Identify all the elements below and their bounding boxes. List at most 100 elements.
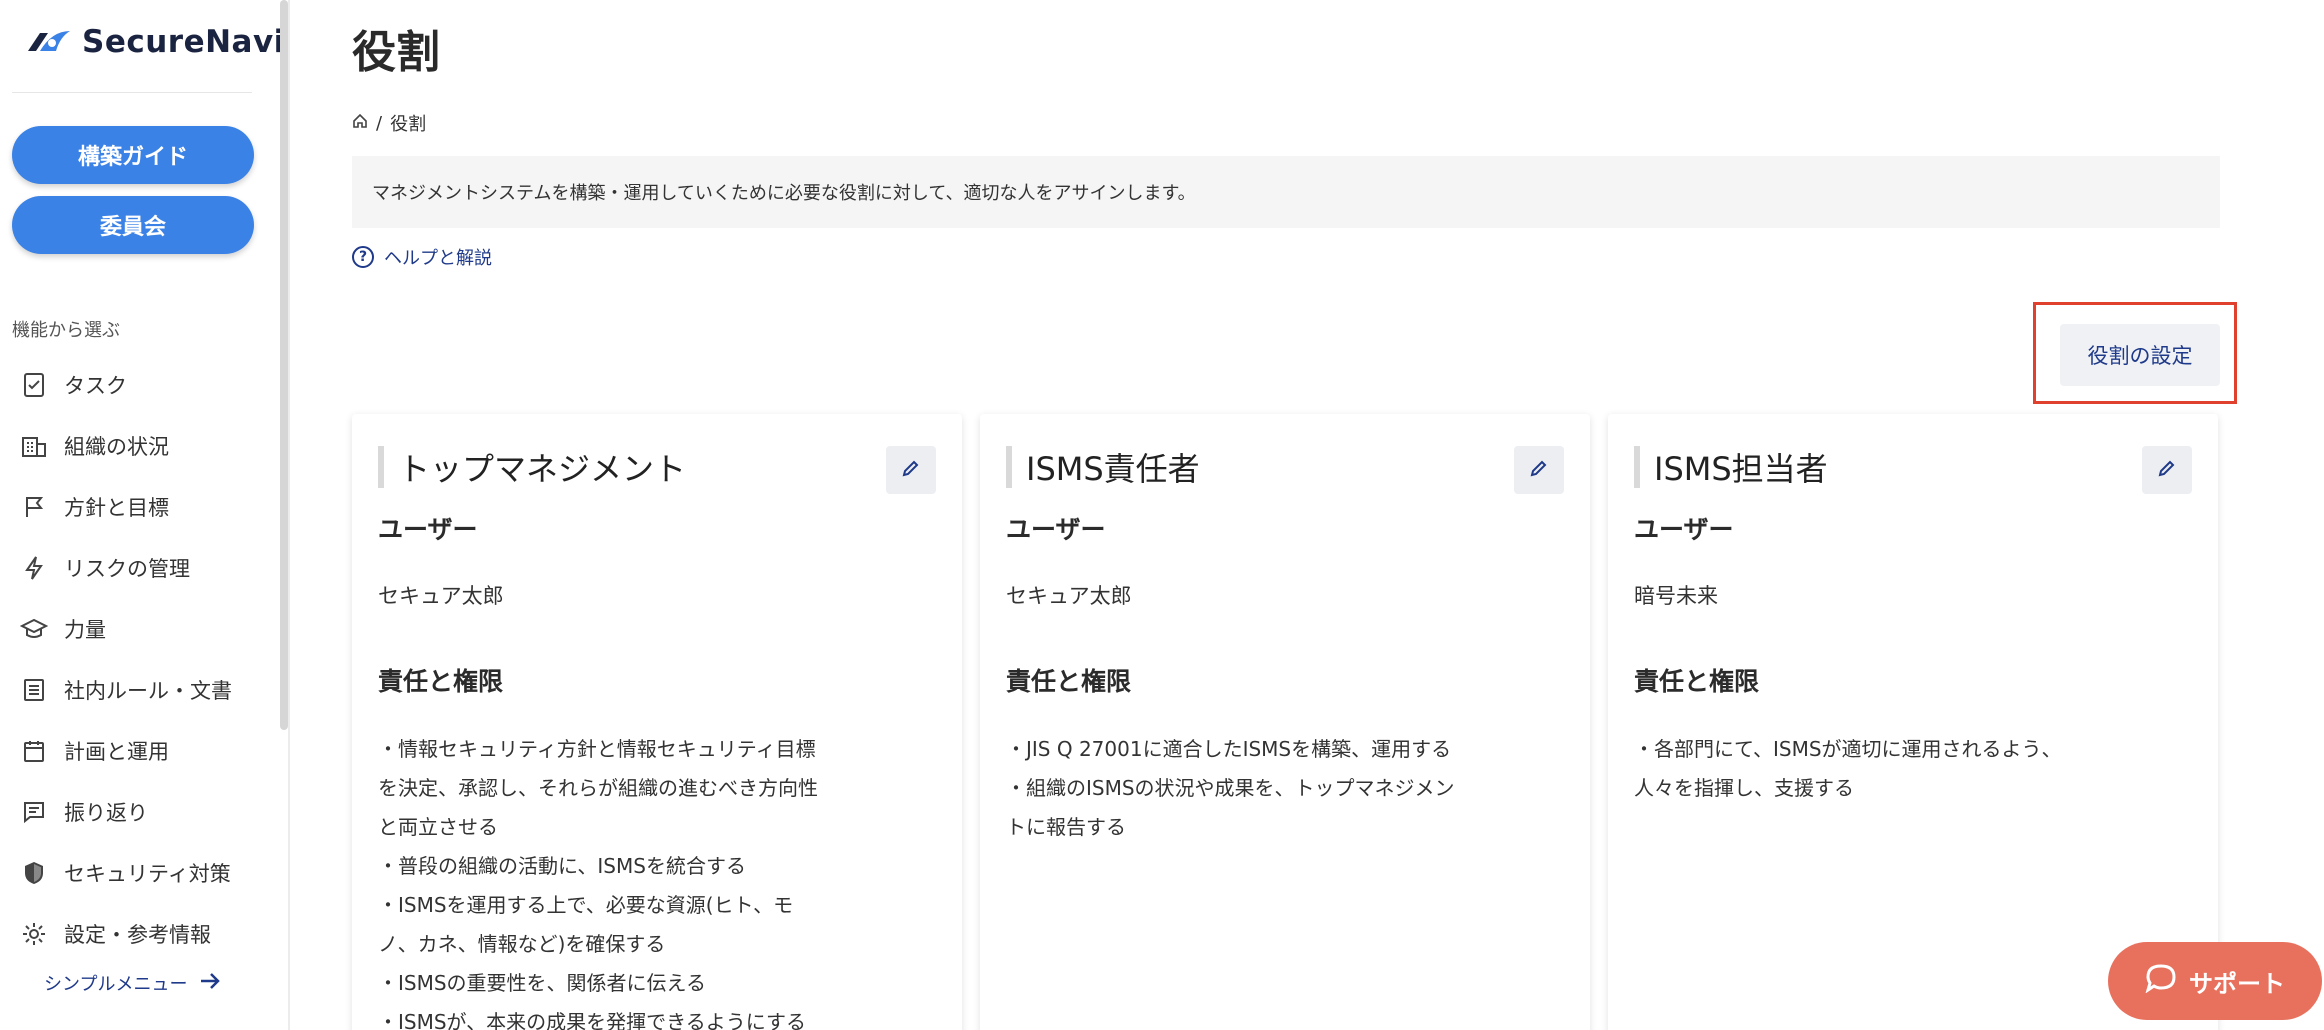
- sidebar-divider: [12, 92, 252, 93]
- sidebar-item-task[interactable]: タスク: [0, 354, 280, 415]
- responsibility-line: ・情報セキュリティ方針と情報セキュリティ目標: [378, 737, 816, 761]
- sidebar-item-competence[interactable]: 力量: [0, 598, 280, 659]
- card-title: ISMS責任者: [1026, 450, 1200, 488]
- pencil-icon: [1529, 458, 1549, 482]
- flag-icon: [20, 493, 48, 521]
- logo-text: SecureNavi: [82, 24, 285, 60]
- help-icon: ?: [352, 246, 374, 268]
- breadcrumb-separator: /: [376, 112, 383, 134]
- sidebar-item-label: 設定・参考情報: [64, 922, 211, 947]
- card-accent-bar: [1634, 446, 1640, 488]
- card-title: トップマネジメント: [398, 450, 687, 488]
- role-card-top-management: トップマネジメント ユーザー セキュア太郎 責任と権限 ・情報セキュリティ方針と…: [352, 414, 962, 1030]
- shield-icon: [20, 859, 48, 887]
- calendar-icon: [20, 737, 48, 765]
- support-label: サポート: [2189, 969, 2285, 998]
- graduation-cap-icon: [20, 615, 48, 643]
- document-icon: [20, 676, 48, 704]
- task-icon: [20, 371, 48, 399]
- simple-menu-link[interactable]: シンプルメニュー: [44, 970, 221, 996]
- sidebar-item-review[interactable]: 振り返り: [0, 781, 280, 842]
- construction-guide-button[interactable]: 構築ガイド: [12, 126, 254, 184]
- simple-menu-label: シンプルメニュー: [44, 974, 188, 995]
- sidebar-border: [288, 0, 290, 1030]
- role-card-isms-staff: ISMS担当者 ユーザー 暗号未来 責任と権限 ・各部門にて、ISMSが適切に運…: [1608, 414, 2218, 1030]
- sidebar-item-label: 方針と目標: [64, 495, 169, 520]
- card-header: トップマネジメント: [378, 444, 686, 490]
- card-title: ISMS担当者: [1654, 450, 1828, 488]
- user-heading: ユーザー: [1006, 515, 1106, 544]
- app-root: SecureNavi 構築ガイド 委員会 機能から選ぶ タスク 組織の状況 方針…: [0, 0, 2324, 1030]
- card-accent-bar: [378, 446, 384, 488]
- card-header: ISMS担当者: [1634, 444, 1828, 490]
- responsibility-heading: 責任と権限: [1006, 667, 1132, 696]
- sidebar-item-label: 組織の状況: [64, 434, 169, 459]
- sidebar-item-security[interactable]: セキュリティ対策: [0, 842, 280, 903]
- responsibility-list: ・情報セキュリティ方針と情報セキュリティ目標 を決定、承認し、それらが組織の進む…: [378, 730, 878, 1030]
- responsibility-line: ・ISMSが、本来の成果を発揮できるようにする: [378, 1010, 806, 1030]
- sidebar-item-organization[interactable]: 組織の状況: [0, 415, 280, 476]
- responsibility-line: 人々を指揮し、支援する: [1634, 776, 1854, 800]
- edit-button[interactable]: [2142, 446, 2192, 494]
- assigned-user: セキュア太郎: [1006, 584, 1132, 608]
- responsibility-line: ノ、カネ、情報など)を確保する: [378, 932, 666, 956]
- sidebar-item-label: セキュリティ対策: [64, 861, 231, 886]
- comment-icon: [20, 798, 48, 826]
- home-icon[interactable]: [352, 113, 368, 134]
- sidebar-item-policy[interactable]: 方針と目標: [0, 476, 280, 537]
- logo-mark-icon: [26, 27, 72, 57]
- responsibility-line: ・ISMSの重要性を、関係者に伝える: [378, 971, 706, 995]
- user-heading: ユーザー: [1634, 515, 1734, 544]
- help-link[interactable]: ? ヘルプと解説: [352, 244, 492, 270]
- card-header: ISMS責任者: [1006, 444, 1200, 490]
- lightning-icon: [20, 554, 48, 582]
- responsibility-line: ・JIS Q 27001に適合したISMSを構築、運用する: [1006, 737, 1452, 761]
- role-card-isms-manager: ISMS責任者 ユーザー セキュア太郎 責任と権限 ・JIS Q 27001に適…: [980, 414, 1590, 1030]
- sidebar-item-label: タスク: [64, 373, 127, 398]
- sidebar-nav: タスク 組織の状況 方針と目標 リスクの管理 力量 社内ルール・文書 計画と運用…: [0, 354, 280, 964]
- page-title: 役割: [352, 27, 440, 78]
- user-heading: ユーザー: [378, 515, 478, 544]
- gear-icon: [20, 920, 48, 948]
- sidebar-item-label: リスクの管理: [64, 556, 190, 581]
- responsibility-line: ・ISMSを運用する上で、必要な資源(ヒト、モ: [378, 893, 794, 917]
- responsibility-line: トに報告する: [1006, 815, 1126, 839]
- responsibility-line: ・各部門にて、ISMSが適切に運用されるよう、: [1634, 737, 2062, 761]
- sidebar-item-rules[interactable]: 社内ルール・文書: [0, 659, 280, 720]
- card-accent-bar: [1006, 446, 1012, 488]
- responsibility-line: を決定、承認し、それらが組織の進むべき方向性: [378, 776, 818, 800]
- committee-button[interactable]: 委員会: [12, 196, 254, 254]
- responsibility-list: ・各部門にて、ISMSが適切に運用されるよう、 人々を指揮し、支援する: [1634, 730, 2134, 808]
- responsibility-line: ・組織のISMSの状況や成果を、トップマネジメン: [1006, 776, 1455, 800]
- role-setting-button[interactable]: 役割の設定: [2060, 324, 2220, 386]
- pencil-icon: [2157, 458, 2177, 482]
- sidebar-scrollbar[interactable]: [280, 0, 288, 730]
- responsibility-list: ・JIS Q 27001に適合したISMSを構築、運用する ・組織のISMSの状…: [1006, 730, 1506, 847]
- responsibility-line: と両立させる: [378, 815, 498, 839]
- edit-button[interactable]: [1514, 446, 1564, 494]
- edit-button[interactable]: [886, 446, 936, 494]
- help-link-label: ヘルプと解説: [384, 248, 492, 269]
- breadcrumb: / 役割: [352, 110, 426, 136]
- breadcrumb-current: 役割: [390, 114, 427, 135]
- responsibility-heading: 責任と権限: [1634, 667, 1760, 696]
- responsibility-heading: 責任と権限: [378, 667, 504, 696]
- sidebar-item-label: 振り返り: [64, 800, 148, 825]
- sidebar-item-risk[interactable]: リスクの管理: [0, 537, 280, 598]
- pencil-icon: [901, 458, 921, 482]
- sidebar-item-label: 計画と運用: [64, 739, 169, 764]
- building-icon: [20, 432, 48, 460]
- chat-bubble-icon: [2145, 963, 2177, 999]
- sidebar: SecureNavi 構築ガイド 委員会 機能から選ぶ タスク 組織の状況 方針…: [0, 0, 288, 1030]
- sidebar-item-settings[interactable]: 設定・参考情報: [0, 903, 280, 964]
- page-description: マネジメントシステムを構築・運用していくために必要な役割に対して、適切な人をアサ…: [352, 156, 2220, 228]
- support-button[interactable]: サポート: [2108, 942, 2322, 1020]
- responsibility-line: ・普段の組織の活動に、ISMSを統合する: [378, 854, 746, 878]
- assigned-user: 暗号未来: [1634, 584, 1718, 608]
- nav-section-label: 機能から選ぶ: [12, 320, 120, 341]
- logo[interactable]: SecureNavi: [26, 22, 285, 62]
- assigned-user: セキュア太郎: [378, 584, 504, 608]
- description-text: マネジメントシステムを構築・運用していくために必要な役割に対して、適切な人をアサ…: [372, 183, 1196, 204]
- arrow-right-icon: [199, 972, 221, 995]
- sidebar-item-planning[interactable]: 計画と運用: [0, 720, 280, 781]
